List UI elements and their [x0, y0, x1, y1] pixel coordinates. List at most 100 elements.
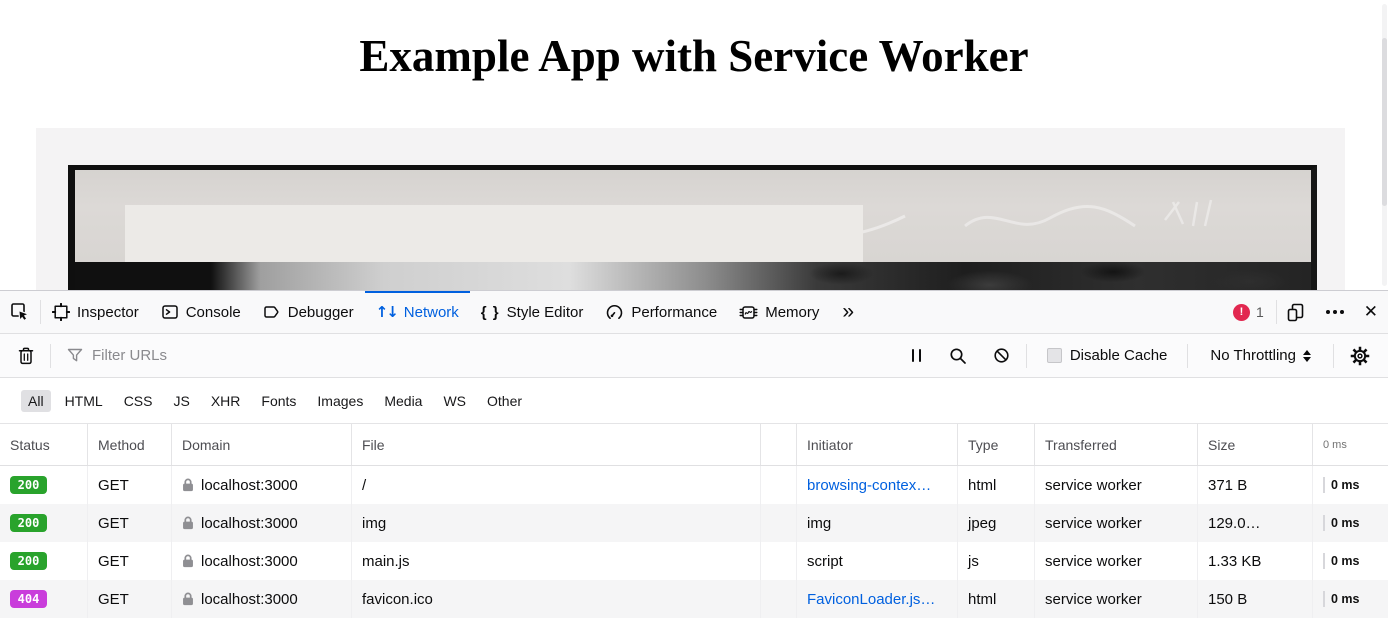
throttling-select[interactable]: No Throttling [1194, 347, 1327, 364]
size-cell: 371 B [1198, 466, 1313, 504]
col-file[interactable]: File [352, 424, 761, 465]
tabbar-right-cluster: ! 1 ✕ [1221, 291, 1388, 333]
tab-inspector[interactable]: Inspector [41, 291, 150, 333]
initiator-cell: img [797, 504, 958, 542]
initiator-cell[interactable]: browsing-contex… [797, 466, 958, 504]
file-cell: img [352, 504, 761, 542]
initiator-cell[interactable]: FaviconLoader.js… [797, 580, 958, 618]
search-icon[interactable] [939, 347, 977, 365]
domain-text: localhost:3000 [201, 591, 298, 608]
size-cell: 1.33 KB [1198, 542, 1313, 580]
request-row[interactable]: 200GETlocalhost:3000imgimgjpegservice wo… [0, 504, 1388, 542]
tab-label: Console [186, 304, 241, 321]
webpage-content: Example App with Service Worker [0, 0, 1388, 290]
tab-debugger[interactable]: Debugger [252, 291, 365, 333]
requests-table-body: 200GETlocalhost:3000/browsing-contex…htm… [0, 466, 1388, 618]
filter-images[interactable]: Images [310, 390, 370, 412]
tab-label: Performance [631, 304, 717, 321]
tab-style-editor[interactable]: { }Style Editor [470, 291, 595, 333]
tab-label: Memory [765, 304, 819, 321]
filter-fonts[interactable]: Fonts [254, 390, 303, 412]
request-row[interactable]: 200GETlocalhost:3000main.jsscriptjsservi… [0, 542, 1388, 580]
responsive-design-icon[interactable] [1277, 291, 1316, 333]
waterfall-cell: 0 ms [1313, 504, 1388, 542]
gear-icon[interactable] [1340, 346, 1380, 366]
pause-icon[interactable] [900, 349, 933, 362]
col-size[interactable]: Size [1198, 424, 1313, 465]
url-filter-wrap [57, 346, 894, 365]
network-icon: ↑↓ [376, 303, 397, 321]
tab-network[interactable]: ↑↓Network [365, 291, 470, 333]
devtools-tabs: Inspector Console Debugger↑↓Network{ }Styl… [41, 291, 830, 333]
tab-console[interactable]: Console [150, 291, 252, 333]
status-cell: 200 [0, 504, 88, 542]
request-row[interactable]: 404GETlocalhost:3000favicon.icoFaviconLo… [0, 580, 1388, 618]
lock-icon [182, 478, 194, 492]
devtools-panel: Inspector Console Debugger↑↓Network{ }Styl… [0, 290, 1388, 622]
col-0-ms[interactable]: 0 ms [1313, 424, 1388, 465]
filter-urls-input[interactable] [90, 346, 894, 365]
console-icon [161, 303, 179, 321]
status-cell: 404 [0, 580, 88, 618]
size-cell: 150 B [1198, 580, 1313, 618]
filter-other[interactable]: Other [480, 390, 529, 412]
status-cell: 200 [0, 466, 88, 504]
toolbar-divider [1333, 344, 1334, 368]
initiator-cell: script [797, 542, 958, 580]
waterfall-time: 0 ms [1331, 478, 1360, 492]
domain-text: localhost:3000 [201, 515, 298, 532]
meatball-dots [1326, 310, 1344, 314]
waterfall-time: 0 ms [1331, 592, 1360, 606]
tab-performance[interactable]: Performance [594, 291, 728, 333]
type-cell: html [958, 466, 1035, 504]
col-transferred[interactable]: Transferred [1035, 424, 1198, 465]
debugger-icon [263, 303, 281, 321]
browser-screen: Example App with Service Worker Inspecto… [0, 0, 1388, 622]
waterfall-cell: 0 ms [1313, 580, 1388, 618]
waterfall-bar [1323, 477, 1325, 493]
col-spacer [761, 424, 797, 465]
trash-icon[interactable] [8, 347, 44, 365]
error-count-button[interactable]: ! 1 [1221, 291, 1276, 333]
close-icon[interactable]: ✕ [1354, 291, 1388, 333]
lock-icon [182, 516, 194, 530]
transferred-cell: service worker [1035, 504, 1198, 542]
disable-cache-checkbox[interactable] [1047, 348, 1062, 363]
spacer-cell [761, 504, 797, 542]
spacer-cell [761, 580, 797, 618]
meatball-menu-icon[interactable] [1316, 291, 1354, 333]
col-method[interactable]: Method [88, 424, 172, 465]
status-cell: 200 [0, 542, 88, 580]
funnel-icon [67, 348, 83, 363]
tab-memory[interactable]: Memory [728, 291, 830, 333]
waterfall-time: 0 ms [1331, 516, 1360, 530]
transferred-cell: service worker [1035, 542, 1198, 580]
filter-ws[interactable]: WS [436, 390, 473, 412]
element-picker-button[interactable] [0, 291, 40, 333]
file-cell: / [352, 466, 761, 504]
size-cell: 129.0… [1198, 504, 1313, 542]
col-initiator[interactable]: Initiator [797, 424, 958, 465]
devtools-tabbar: Inspector Console Debugger↑↓Network{ }Styl… [0, 291, 1388, 334]
col-status[interactable]: Status [0, 424, 88, 465]
filter-html[interactable]: HTML [58, 390, 110, 412]
filter-css[interactable]: CSS [117, 390, 160, 412]
col-type[interactable]: Type [958, 424, 1035, 465]
performance-icon [605, 303, 624, 322]
status-badge: 200 [10, 514, 47, 532]
filter-js[interactable]: JS [166, 390, 196, 412]
domain-cell: localhost:3000 [172, 542, 352, 580]
chevron-double-right-icon[interactable]: » [830, 291, 866, 333]
waterfall-bar [1323, 591, 1325, 607]
file-cell: main.js [352, 542, 761, 580]
request-row[interactable]: 200GETlocalhost:3000/browsing-contex…htm… [0, 466, 1388, 504]
page-scrollbar[interactable] [1382, 4, 1387, 286]
filter-xhr[interactable]: XHR [204, 390, 248, 412]
page-scrollbar-thumb[interactable] [1382, 38, 1387, 206]
filter-media[interactable]: Media [377, 390, 429, 412]
block-icon[interactable] [983, 347, 1020, 364]
col-domain[interactable]: Domain [172, 424, 352, 465]
method-cell: GET [88, 504, 172, 542]
file-cell: favicon.ico [352, 580, 761, 618]
filter-all[interactable]: All [21, 390, 51, 412]
